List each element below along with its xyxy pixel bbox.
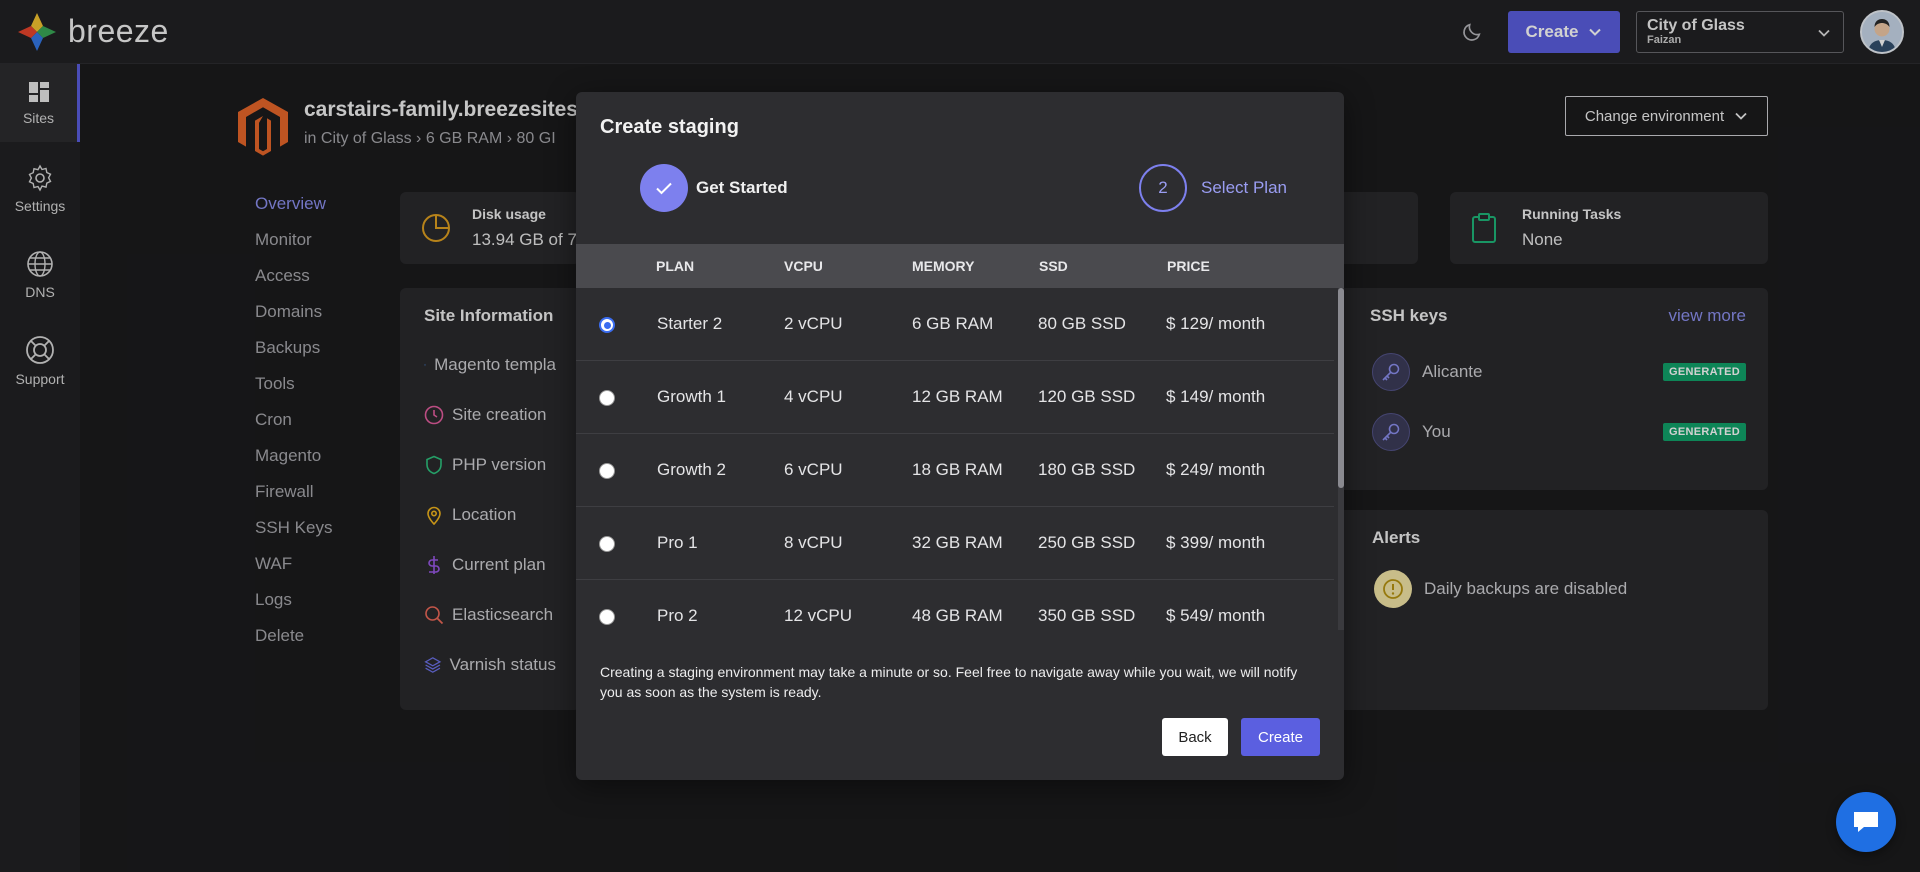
plan-memory: 18 GB RAM xyxy=(912,460,1003,479)
chat-bubble-icon xyxy=(1854,812,1878,832)
plan-table-header: PLAN VCPU MEMORY SSD PRICE xyxy=(576,244,1344,288)
table-row[interactable]: Growth 2 6 vCPU 18 GB RAM 180 GB SSD $ 2… xyxy=(576,434,1334,507)
step-select-plan: 2 Select Plan xyxy=(1139,164,1287,212)
plan-price: $ 149/ month xyxy=(1166,387,1266,406)
plan-ssd: 120 GB SSD xyxy=(1038,387,1136,406)
back-button[interactable]: Back xyxy=(1162,718,1228,756)
plan-name: Growth 1 xyxy=(657,387,726,406)
step-complete-indicator xyxy=(640,164,688,212)
step-label: Get Started xyxy=(696,178,788,197)
plan-table-scroll-thumb[interactable] xyxy=(1338,288,1344,488)
plan-radio-growth-1[interactable] xyxy=(599,390,615,406)
plan-vcpu: 2 vCPU xyxy=(784,314,843,333)
plan-price: $ 399/ month xyxy=(1166,533,1266,552)
column-header-memory: MEMORY xyxy=(912,258,975,274)
plan-name: Growth 2 xyxy=(657,460,726,479)
plan-radio-pro-1[interactable] xyxy=(599,536,615,552)
plan-ssd: 250 GB SSD xyxy=(1038,533,1136,552)
plan-ssd: 80 GB SSD xyxy=(1038,314,1126,333)
step-get-started: Get Started xyxy=(640,164,788,212)
plan-vcpu: 4 vCPU xyxy=(784,387,843,406)
step-label: Select Plan xyxy=(1201,178,1287,197)
plan-price: $ 249/ month xyxy=(1166,460,1266,479)
column-header-plan: PLAN xyxy=(656,258,695,274)
plan-vcpu: 8 vCPU xyxy=(784,533,843,552)
plan-vcpu: 6 vCPU xyxy=(784,460,843,479)
plan-name: Pro 2 xyxy=(657,606,698,625)
plan-name: Pro 1 xyxy=(657,533,698,552)
column-header-ssd: SSD xyxy=(1039,258,1068,274)
staging-note: Creating a staging environment may take … xyxy=(600,664,1298,700)
create-staging-button[interactable]: Create xyxy=(1241,718,1320,756)
chat-button[interactable] xyxy=(1836,792,1896,852)
table-row[interactable]: Starter 2 2 vCPU 6 GB RAM 80 GB SSD $ 12… xyxy=(576,288,1334,361)
check-icon xyxy=(656,182,672,195)
step-number: 2 xyxy=(1139,164,1187,212)
table-row[interactable]: Growth 1 4 vCPU 12 GB RAM 120 GB SSD $ 1… xyxy=(576,361,1334,434)
column-header-price: PRICE xyxy=(1167,258,1210,274)
plan-ssd: 180 GB SSD xyxy=(1038,460,1136,479)
plan-price: $ 129/ month xyxy=(1166,314,1266,333)
plan-ssd: 350 GB SSD xyxy=(1038,606,1136,625)
plan-vcpu: 12 vCPU xyxy=(784,606,853,625)
plan-radio-growth-2[interactable] xyxy=(599,463,615,479)
plan-memory: 48 GB RAM xyxy=(912,606,1003,625)
plan-name: Starter 2 xyxy=(657,314,723,333)
table-row[interactable]: Pro 1 8 vCPU 32 GB RAM 250 GB SSD $ 399/… xyxy=(576,507,1334,580)
plan-radio-pro-2[interactable] xyxy=(599,609,615,625)
create-staging-modal: Create staging Get Started 2 Select Plan… xyxy=(576,92,1344,780)
plan-memory: 6 GB RAM xyxy=(912,314,994,333)
table-row[interactable]: Pro 2 12 vCPU 48 GB RAM 350 GB SSD $ 549… xyxy=(576,580,1334,630)
plan-memory: 12 GB RAM xyxy=(912,387,1003,406)
modal-title: Create staging xyxy=(600,116,739,138)
plan-table-body: Starter 2 2 vCPU 6 GB RAM 80 GB SSD $ 12… xyxy=(576,288,1344,630)
plan-memory: 32 GB RAM xyxy=(912,533,1003,552)
column-header-vcpu: VCPU xyxy=(784,258,823,274)
plan-price: $ 549/ month xyxy=(1166,606,1266,625)
plan-radio-starter-2[interactable] xyxy=(599,317,615,333)
